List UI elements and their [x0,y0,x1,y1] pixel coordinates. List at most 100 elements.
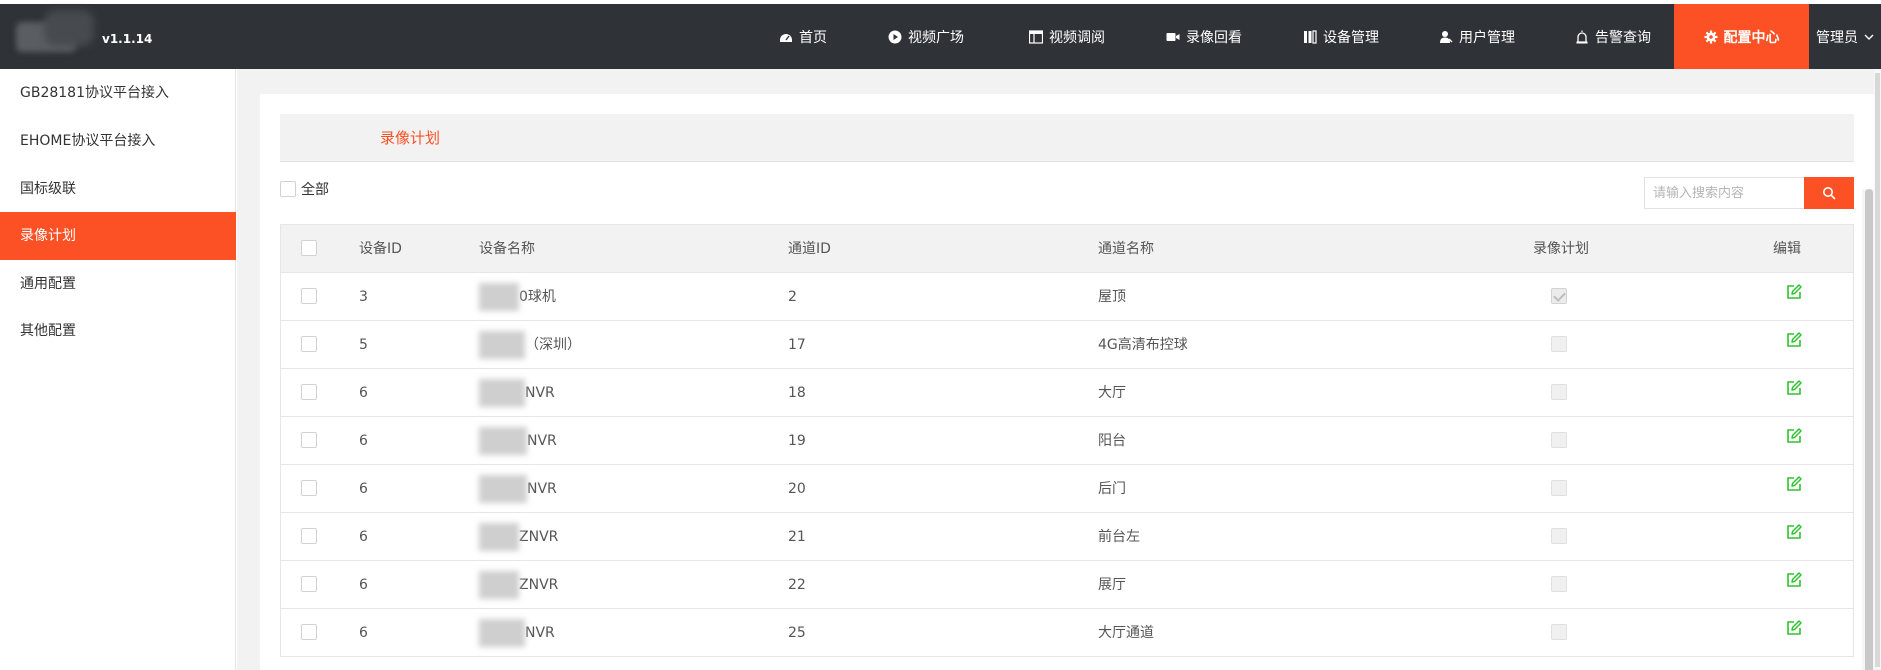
tab-record-plan[interactable]: 录像计划 [380,114,440,162]
record-plan-checkbox[interactable] [1551,576,1567,592]
channel-id-cell: 19 [788,433,806,449]
sidebar-item-2[interactable]: EHOME协议平台接入 [0,117,236,165]
table-row[interactable]: 3 0球机 2 屋顶 [281,273,1853,321]
edit-icon[interactable] [1786,608,1802,656]
sidebar-item-3[interactable]: 国标级联 [0,165,236,213]
edit-icon[interactable] [1786,320,1802,368]
top-navbar: v1.1.14 首页 视频广场 视频调阅 录像回看 设备管理 用户管理 告警查询 配置中心 管理… [0,0,1881,69]
nav-item-5[interactable]: 设备管理 [1288,4,1394,69]
edit-icon[interactable] [1786,512,1802,560]
redacted-block [479,475,527,503]
table-row[interactable]: 6 ZNVR 22 展厅 [281,561,1853,609]
nav-item-3[interactable]: 视频调阅 [1014,4,1120,69]
row-checkbox[interactable] [301,336,317,352]
device-name-cell: 0球机 [479,273,556,321]
row-checkbox-cell [301,321,317,369]
column-header[interactable]: 设备ID [359,225,402,273]
column-header[interactable]: 通道ID [788,225,831,273]
layout-icon [1028,29,1044,44]
column-header[interactable]: 录像计划 [1533,225,1589,273]
record-plan-cell [1551,561,1567,609]
row-checkbox[interactable] [301,288,317,304]
nav-item-2[interactable]: 视频广场 [876,4,976,69]
user-icon [1439,30,1453,44]
version-label: v1.1.14 [102,32,153,46]
row-checkbox[interactable] [301,576,317,592]
page-scrollbar-thumb[interactable] [1875,73,1880,667]
sidebar-item-5[interactable]: 通用配置 [0,260,236,308]
page-scrollbar[interactable] [1874,69,1881,670]
record-plan-checkbox[interactable] [1551,528,1567,544]
column-header[interactable]: 编辑 [1773,225,1801,273]
nav-item-label: 首页 [799,29,827,46]
record-plan-checkbox[interactable] [1551,288,1567,304]
row-checkbox[interactable] [301,384,317,400]
channel-id-cell: 20 [788,481,806,497]
logo[interactable] [16,10,102,62]
nav-item-8[interactable]: 配置中心 [1674,4,1809,69]
row-checkbox-cell [301,369,317,417]
sidebar-item-4[interactable]: 录像计划 [0,212,236,260]
row-checkbox-cell [301,561,317,609]
edit-cell [1786,465,1802,513]
record-plan-checkbox[interactable] [1551,480,1567,496]
column-header[interactable]: 设备名称 [479,225,535,273]
record-plan-checkbox[interactable] [1551,432,1567,448]
select-all-checkbox[interactable] [280,181,296,197]
edit-icon[interactable] [1786,272,1802,320]
sidebar: GB28181协议平台接入 EHOME协议平台接入 国标级联 录像计划 通用配置 其他配置 [0,69,236,670]
row-checkbox[interactable] [301,528,317,544]
channel-name-cell: 展厅 [1098,577,1126,593]
select-all[interactable]: 全部 [280,179,329,199]
row-checkbox[interactable] [301,432,317,448]
channel-name-cell: 大厅 [1098,385,1126,401]
nav-item-label: 录像回看 [1186,29,1242,46]
tab-bar: 录像计划 [280,114,1854,162]
table-row[interactable]: 6 NVR 19 阳台 [281,417,1853,465]
nav-item-7[interactable]: 告警查询 [1560,4,1666,69]
device-name-cell: NVR [479,369,555,417]
search-input[interactable] [1644,177,1804,209]
row-checkbox[interactable] [301,480,317,496]
row-checkbox[interactable] [301,624,317,640]
search-button[interactable] [1804,177,1854,209]
table-row[interactable]: 6 NVR 25 大厅通道 [281,609,1853,657]
edit-icon[interactable] [1786,368,1802,416]
alarm-icon [1575,30,1589,44]
edit-icon[interactable] [1786,464,1802,512]
table-row[interactable]: 6 ZNVR 21 前台左 [281,513,1853,561]
edit-cell [1786,417,1802,465]
channel-name-cell: 大厅通道 [1098,625,1154,641]
nav-item-label: 设备管理 [1323,29,1379,46]
table-row[interactable]: 6 NVR 20 后门 [281,465,1853,513]
device-id-cell: 6 [359,433,368,449]
device-name-cell: NVR [479,465,557,513]
sidebar-item-6[interactable]: 其他配置 [0,307,236,355]
record-plan-checkbox[interactable] [1551,384,1567,400]
nav-item-6[interactable]: 用户管理 [1424,4,1530,69]
sidebar-item-1[interactable]: GB28181协议平台接入 [0,69,236,117]
nav-item-label: 用户管理 [1459,29,1515,46]
row-checkbox-cell [301,273,317,321]
edit-icon[interactable] [1786,560,1802,608]
table-row[interactable]: 6 NVR 18 大厅 [281,369,1853,417]
edit-icon[interactable] [1786,416,1802,464]
nav-item-1[interactable]: 首页 [770,4,836,69]
device-id-cell: 3 [359,289,368,305]
table-row[interactable]: 5 （深圳） 17 4G高清布控球 [281,321,1853,369]
record-plan-checkbox[interactable] [1551,624,1567,640]
device-id-cell: 6 [359,529,368,545]
record-plan-cell [1551,609,1567,657]
edit-cell [1786,369,1802,417]
record-plan-checkbox[interactable] [1551,336,1567,352]
nav-item-4[interactable]: 录像回看 [1151,4,1257,69]
header-checkbox[interactable] [301,240,317,256]
column-header[interactable]: 通道名称 [1098,225,1154,273]
gear-icon [1704,30,1718,44]
user-menu[interactable]: 管理员 [1816,4,1881,69]
redacted-block [479,331,525,359]
device-id-cell: 6 [359,385,368,401]
redacted-block [479,523,519,551]
scrollbar-thumb[interactable] [1865,189,1873,670]
device-name-cell: ZNVR [479,561,558,609]
